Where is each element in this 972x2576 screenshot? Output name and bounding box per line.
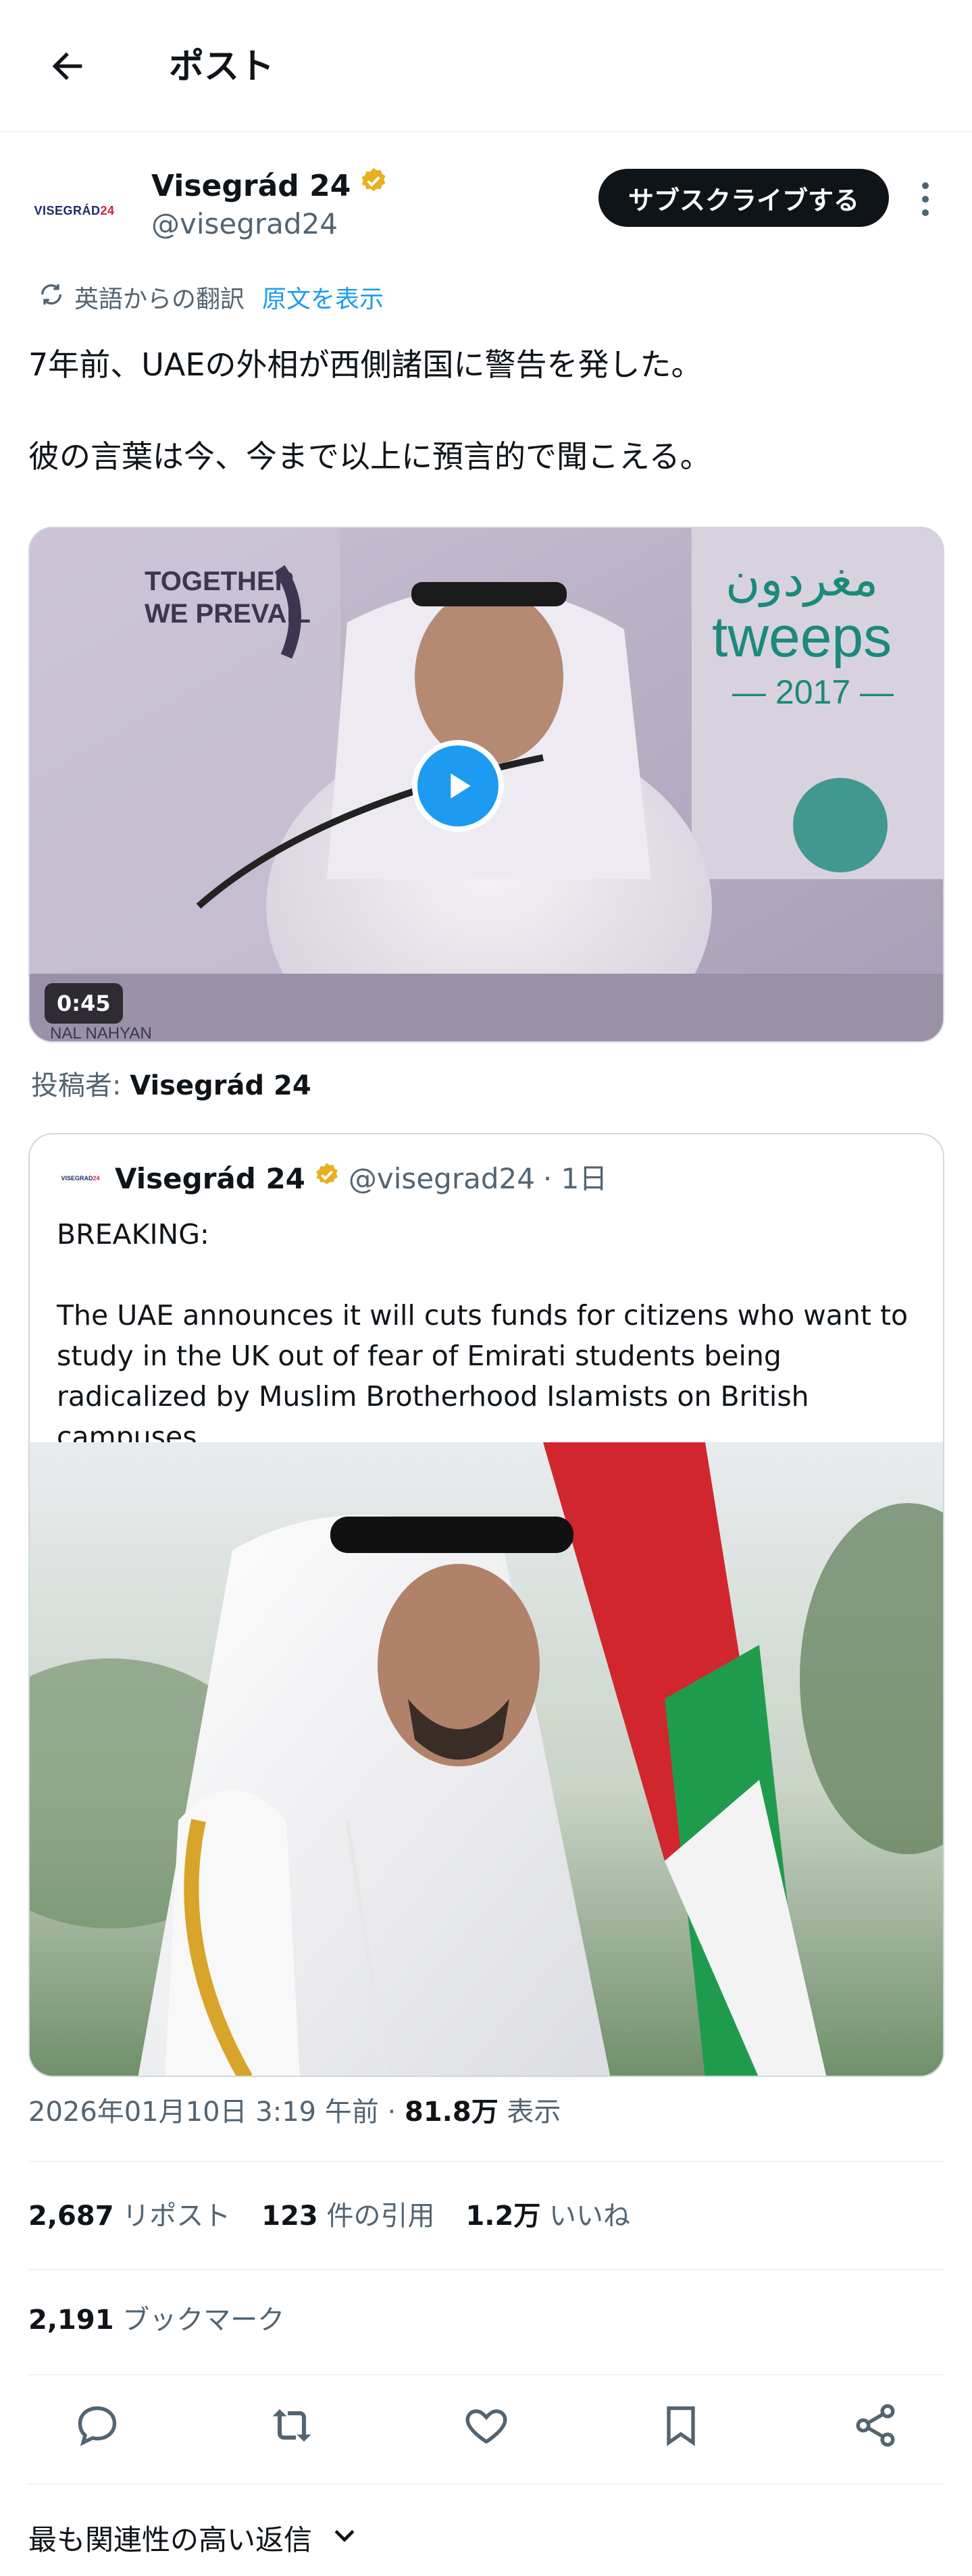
quote-time: · 1日 — [542, 1162, 608, 1195]
quote-header: Visegrád 24 @visegrad24 · 1日 — [115, 1159, 607, 1199]
top-bar: ポスト — [0, 0, 972, 132]
quote-line-1: BREAKING: — [57, 1218, 209, 1251]
posted-by: 投稿者: Visegrád 24 — [31, 1066, 311, 1106]
sign-text-name: NAL NAHYAN — [50, 1024, 152, 1043]
view-count: 81.8万 — [405, 2097, 498, 2128]
translate-icon — [38, 281, 65, 314]
show-original-link[interactable]: 原文を表示 — [262, 280, 384, 315]
post-datetime[interactable]: 2026年01月10日 3:19 午前 · — [28, 2097, 405, 2128]
quoted-post[interactable]: VISEGRAD 24 Visegrád 24 @visegrad24 · 1日 … — [28, 1133, 944, 2077]
repost-count[interactable]: 2,687 リポスト — [28, 2196, 230, 2236]
bookmark-icon[interactable] — [647, 2392, 715, 2459]
play-button-icon[interactable] — [412, 740, 504, 832]
avatar-logo-number: 24 — [100, 203, 115, 217]
sign-text-arabic: مغردون — [725, 552, 878, 608]
like-number: 1.2万 — [465, 2201, 541, 2232]
author-name-row[interactable]: Visegrád 24 — [151, 166, 388, 207]
sign-text-year: — 2017 — — [732, 673, 894, 711]
divider — [28, 2269, 944, 2270]
repost-number: 2,687 — [28, 2201, 114, 2232]
repost-icon[interactable] — [258, 2392, 326, 2459]
sign-text-prevail: WE PREVAIL — [145, 599, 311, 629]
like-label: いいね — [549, 2201, 631, 2232]
bookmark-label: ブックマーク — [122, 2305, 285, 2336]
translation-row: 英語からの翻訳 原文を表示 — [38, 278, 384, 316]
quote-number: 123 — [261, 2201, 318, 2232]
bookmark-number: 2,191 — [28, 2305, 114, 2336]
subscribe-button[interactable]: サブスクライブする — [598, 169, 889, 227]
divider — [28, 2483, 944, 2485]
reply-icon[interactable] — [63, 2392, 131, 2459]
sign-text-together: TOGETHER — [145, 567, 295, 596]
reply-sort-label: 最も関連性の高い返信 — [28, 2523, 313, 2556]
quote-line-2: The UAE announces it will cuts funds for… — [57, 1299, 909, 1453]
view-label: 表示 — [507, 2097, 561, 2128]
like-icon[interactable] — [453, 2392, 520, 2459]
quote-count[interactable]: 123 件の引用 — [261, 2196, 434, 2236]
sign-text-tweeps: tweeps — [712, 605, 892, 668]
back-arrow-icon[interactable] — [41, 39, 95, 93]
post-line-2: 彼の言葉は今、今まで以上に預言的で聞こえる。 — [28, 438, 711, 475]
like-count[interactable]: 1.2万 いいね — [465, 2196, 630, 2236]
avatar[interactable]: VISEGRÁD24 — [30, 166, 119, 255]
repost-label: リポスト — [122, 2201, 231, 2232]
posted-by-name[interactable]: Visegrád 24 — [130, 1070, 311, 1101]
post-timestamp: 2026年01月10日 3:19 午前 · 81.8万 表示 — [28, 2092, 561, 2132]
share-icon[interactable] — [842, 2392, 909, 2459]
engagement-stats: 2,687 リポスト 123 件の引用 1.2万 いいね — [28, 2196, 630, 2236]
page-title: ポスト — [169, 47, 275, 87]
quote-author-name: Visegrád 24 — [115, 1162, 305, 1195]
author-name[interactable]: Visegrád 24 — [151, 166, 351, 207]
post-line-1: 7年前、UAEの外相が西側諸国に警告を発した。 — [28, 346, 702, 383]
translation-label: 英語からの翻訳 — [74, 286, 245, 313]
more-options-icon[interactable] — [912, 176, 939, 223]
divider — [28, 2161, 944, 2162]
quote-image[interactable] — [30, 1442, 944, 2077]
author-handle[interactable]: @visegrad24 — [151, 205, 338, 243]
bookmark-count[interactable]: 2,191 ブックマーク — [28, 2300, 284, 2340]
action-bar — [0, 2370, 972, 2481]
quote-avatar: VISEGRAD 24 — [57, 1155, 104, 1202]
posted-by-label: 投稿者: — [31, 1070, 122, 1101]
avatar-logo-text: VISEGRÁD — [34, 203, 101, 217]
quote-avatar-logo-number: 24 — [93, 1175, 100, 1182]
quote-label: 件の引用 — [326, 2201, 435, 2232]
quote-handle: @visegrad24 — [348, 1162, 535, 1195]
quote-avatar-logo-text: VISEGRAD — [61, 1175, 93, 1182]
chevron-down-icon — [330, 2520, 359, 2560]
post-text: 7年前、UAEの外相が西側諸国に警告を発した。 彼の言葉は今、今まで以上に預言的… — [28, 342, 947, 525]
video-duration: 0:45 — [45, 983, 123, 1024]
verified-badge-icon — [359, 166, 388, 207]
reply-sort-dropdown[interactable]: 最も関連性の高い返信 — [28, 2520, 359, 2560]
quote-verified-badge-icon — [313, 1159, 340, 1199]
